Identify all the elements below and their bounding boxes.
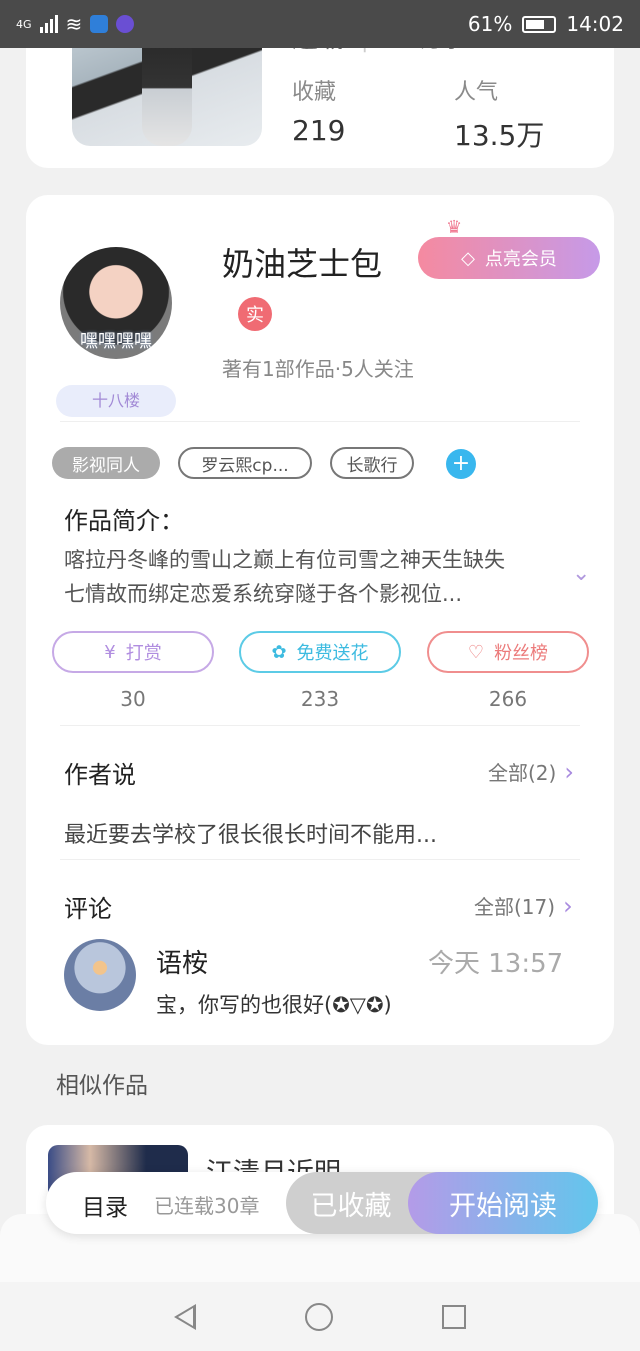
battery-icon xyxy=(522,15,557,33)
tip-label: 打赏 xyxy=(125,643,162,664)
author-name[interactable]: 奶油芝士包 xyxy=(222,239,382,285)
favorites-value: 219 xyxy=(292,114,346,147)
shield-app-icon xyxy=(90,15,109,33)
divider xyxy=(60,421,580,422)
system-nav-bar xyxy=(0,1282,640,1351)
comments-more[interactable]: 全部(17) › xyxy=(474,891,573,920)
start-reading-label: 开始阅读 xyxy=(449,1190,557,1222)
author-meta: 著有1部作品·5人关注 xyxy=(222,357,414,381)
author-avatar[interactable]: 嘿嘿嘿嘿 xyxy=(60,247,172,359)
add-tag-button[interactable]: + xyxy=(446,449,476,479)
comment-text: 宝，你写的也很好(✪▽✪) xyxy=(156,993,392,1017)
home-icon[interactable] xyxy=(304,1302,333,1331)
author-says-more[interactable]: 全部(2) › xyxy=(488,757,574,786)
tag-changgexing[interactable]: 长歌行 xyxy=(330,447,414,479)
divider xyxy=(60,859,580,860)
popularity-label: 人气 xyxy=(454,80,499,105)
similar-works-title: 相似作品 xyxy=(56,1073,148,1099)
author-says-more-label: 全部(2) xyxy=(488,761,557,785)
comments-more-label: 全部(17) xyxy=(474,895,556,919)
floor-badge: 十八楼 xyxy=(56,385,176,417)
chapter-count: 已连载30章 xyxy=(154,1194,260,1218)
yen-coin-icon: ¥ xyxy=(104,641,116,663)
tag-cp[interactable]: 罗云熙cp... xyxy=(178,447,312,479)
send-flower-button[interactable]: ✿ 免费送花 xyxy=(239,631,401,673)
fans-ranking-label: 粉丝榜 xyxy=(494,643,549,664)
battery-percent: 61% xyxy=(467,12,513,36)
network-label: 4G xyxy=(16,17,32,31)
author-says-title: 作者说 xyxy=(64,761,136,789)
status-bar: 4G ≋ 61% 14:02 xyxy=(0,0,640,48)
tip-button[interactable]: ¥ 打赏 xyxy=(52,631,214,673)
back-icon[interactable] xyxy=(174,1303,197,1330)
recent-apps-icon[interactable] xyxy=(441,1304,466,1329)
fans-count: 266 xyxy=(488,687,528,711)
chevron-right-icon: › xyxy=(563,891,573,920)
detail-card: 嘿嘿嘿嘿 十八楼 奶油芝士包 ♛ ◇ 点亮会员 实 著有1部作品·5人关注 影视… xyxy=(26,195,614,1045)
author-says-text[interactable]: 最近要去学校了很长很长时间不能用... xyxy=(64,817,437,849)
toc-button[interactable]: 目录 xyxy=(82,1188,128,1222)
synopsis-text: 喀拉丹冬峰的雪山之巅上有位司雪之神天生缺失七情故而绑定恋爱系统穿隧于各个影视位.… xyxy=(64,548,505,606)
comments-title: 评论 xyxy=(64,895,112,923)
synopsis-title: 作品简介： xyxy=(64,507,184,535)
tag-film-fanfic[interactable]: 影视同人 xyxy=(52,447,160,479)
vip-button[interactable]: ◇ 点亮会员 xyxy=(418,237,600,279)
crown-icon: ♛ xyxy=(446,217,463,238)
commenter-name[interactable]: 语桉 xyxy=(156,943,208,980)
fans-ranking-button[interactable]: ♡ 粉丝榜 xyxy=(427,631,589,673)
chevron-right-icon: › xyxy=(564,757,574,786)
diamond-icon: ◇ xyxy=(461,247,475,269)
app-notification-icon xyxy=(116,15,135,33)
popularity-value: 13.5万 xyxy=(454,119,545,152)
send-flower-label: 免费送花 xyxy=(296,643,369,664)
start-reading-button[interactable]: 开始阅读 xyxy=(408,1172,598,1234)
comment-time: 今天 13:57 xyxy=(428,949,564,979)
bottom-action-bar: 目录 已连载30章 已收藏 开始阅读 xyxy=(46,1172,598,1234)
divider xyxy=(60,725,580,726)
favorites-label: 收藏 xyxy=(292,80,337,105)
chevron-down-icon[interactable]: ⌄ xyxy=(572,561,590,586)
avatar-caption: 嘿嘿嘿嘿 xyxy=(80,331,152,352)
flower-icon: ✿ xyxy=(271,641,287,663)
tip-count: 30 xyxy=(120,687,146,711)
signal-icon xyxy=(39,15,58,33)
commenter-avatar[interactable] xyxy=(64,939,136,1011)
vip-button-label: 点亮会员 xyxy=(484,249,557,270)
favorited-label: 已收藏 xyxy=(310,1190,392,1222)
verified-badge: 实 xyxy=(238,297,272,331)
wifi-icon: ≋ xyxy=(65,12,83,36)
clock: 14:02 xyxy=(566,12,624,36)
flower-count: 233 xyxy=(300,687,340,711)
fan-user-icon: ♡ xyxy=(467,641,485,663)
